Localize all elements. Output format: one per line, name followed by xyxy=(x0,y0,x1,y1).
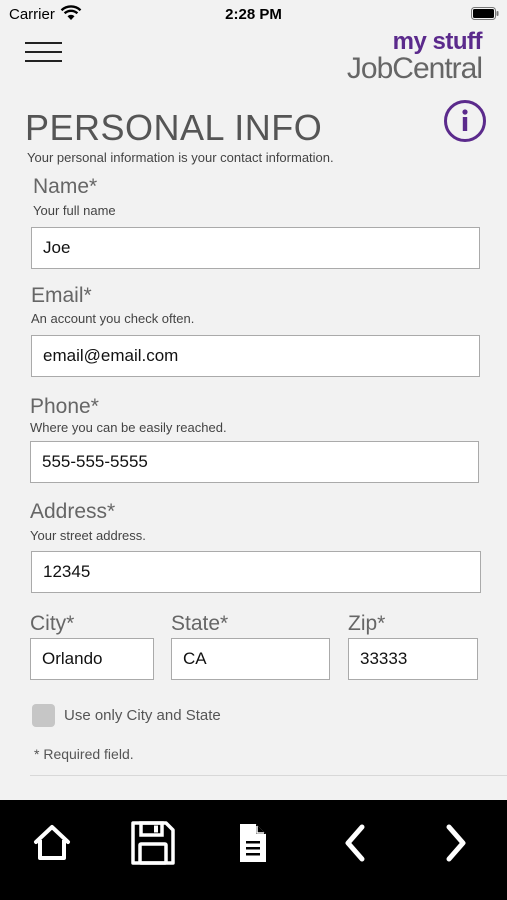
save-button[interactable] xyxy=(128,818,178,868)
clock: 2:28 PM xyxy=(225,6,282,23)
home-button[interactable] xyxy=(27,818,77,868)
phone-label: Phone* xyxy=(30,395,99,418)
save-icon xyxy=(131,821,175,865)
email-field[interactable]: email@email.com xyxy=(31,335,480,377)
document-button[interactable] xyxy=(228,818,278,868)
required-field-note: * Required field. xyxy=(34,746,134,762)
battery-icon xyxy=(471,7,499,20)
address-label: Address* xyxy=(30,500,116,523)
address-hint: Your street address. xyxy=(30,528,146,543)
page-title: PERSONAL INFO xyxy=(25,107,323,148)
home-icon xyxy=(34,825,70,860)
address-field[interactable]: 12345 xyxy=(31,551,481,593)
name-hint: Your full name xyxy=(33,203,116,218)
phone-field[interactable]: 555-555-5555 xyxy=(30,441,479,483)
back-button[interactable] xyxy=(330,818,380,868)
phone-hint: Where you can be easily reached. xyxy=(30,420,227,435)
app-logo: my stuff JobCentral xyxy=(346,28,483,85)
divider xyxy=(30,775,507,776)
use-city-state-checkbox[interactable] xyxy=(32,704,55,727)
state-label: State* xyxy=(171,612,229,635)
email-hint: An account you check often. xyxy=(31,311,195,326)
zip-label: Zip* xyxy=(348,612,386,635)
email-label: Email* xyxy=(31,284,92,307)
back-arrow-icon xyxy=(345,824,365,862)
city-label: City* xyxy=(30,612,75,635)
name-label: Name* xyxy=(33,175,98,198)
bottom-toolbar xyxy=(0,800,507,900)
status-bar: Carrier 2:28 PM xyxy=(0,0,507,28)
document-icon xyxy=(240,824,266,862)
forward-arrow-icon xyxy=(446,824,466,862)
info-icon[interactable] xyxy=(444,100,486,142)
menu-icon[interactable] xyxy=(24,40,64,66)
use-city-state-label: Use only City and State xyxy=(64,707,221,724)
zip-field[interactable]: 33333 xyxy=(348,638,478,680)
logo-top-text: my stuff xyxy=(392,28,483,55)
name-field[interactable]: Joe xyxy=(31,227,480,269)
state-field[interactable]: CA xyxy=(171,638,330,680)
page-subtitle: Your personal information is your contac… xyxy=(27,150,334,165)
city-field[interactable]: Orlando xyxy=(30,638,154,680)
logo-bottom-text: JobCentral xyxy=(346,52,483,85)
forward-button[interactable] xyxy=(431,818,481,868)
